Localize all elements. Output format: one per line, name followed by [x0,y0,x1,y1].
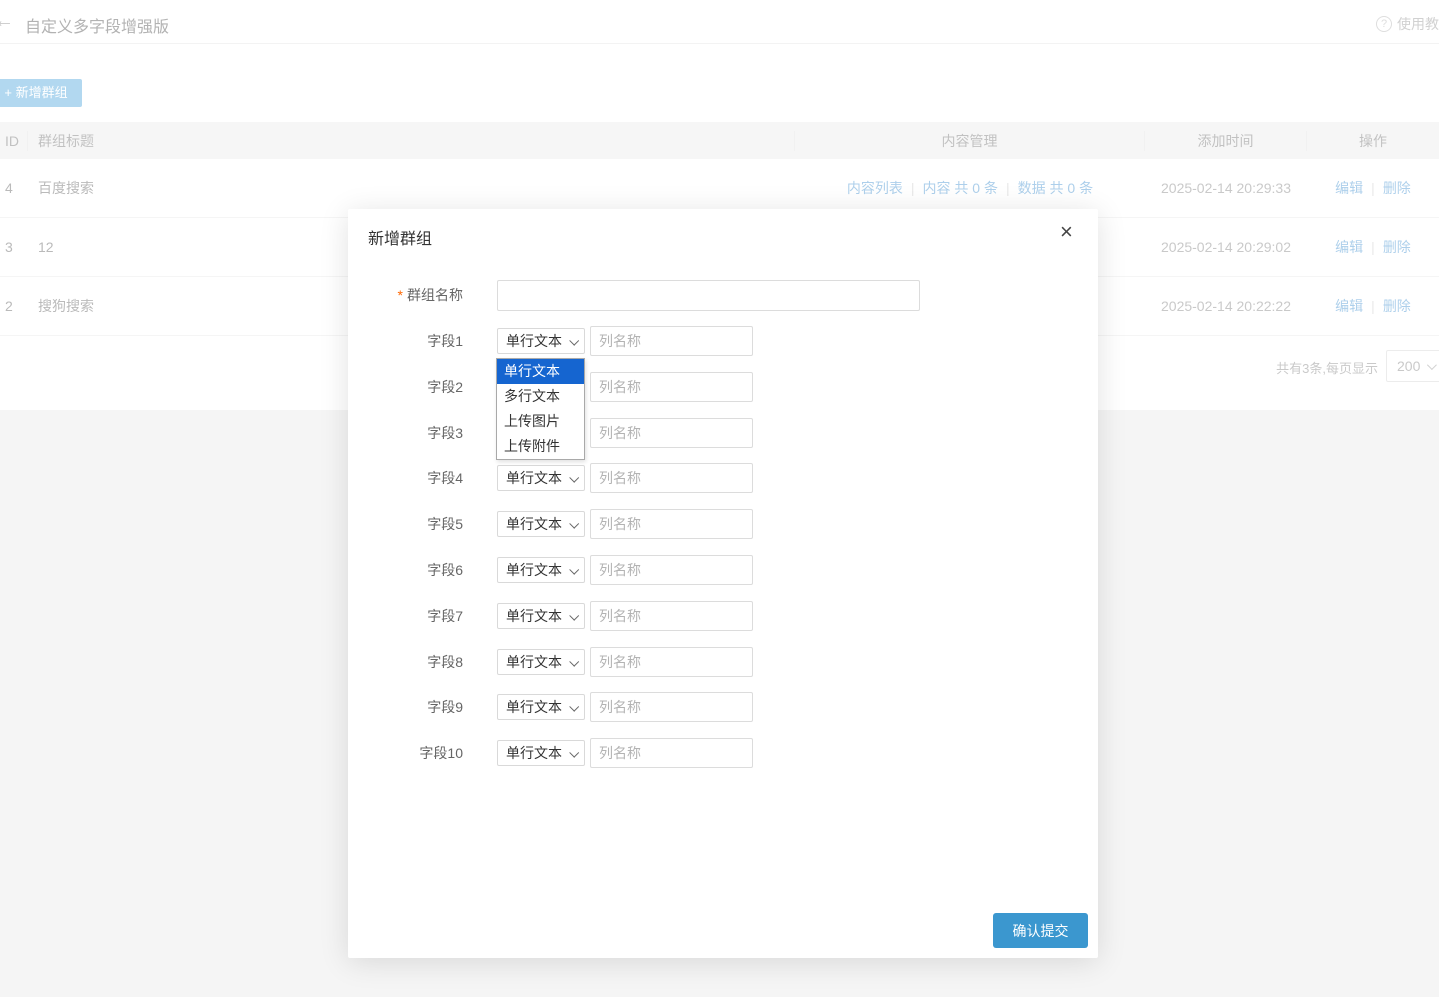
column-name-input[interactable] [590,463,753,493]
field-label: 字段10 [348,738,463,768]
field-row: 字段7 单行文本 [348,601,1098,633]
chevron-down-icon [569,747,579,757]
field-type-value: 单行文本 [506,652,562,672]
field-row: 字段1 单行文本 [348,326,1098,358]
field-label: 字段1 [348,326,463,356]
dropdown-option[interactable]: 上传图片 [497,409,584,434]
required-mark: * [398,287,403,303]
field-type-value: 单行文本 [506,697,562,717]
column-name-input[interactable] [590,692,753,722]
field-type-value: 单行文本 [506,560,562,580]
group-name-label: *群组名称 [348,280,463,310]
column-name-input[interactable] [590,647,753,677]
column-name-input[interactable] [590,418,753,448]
field-row: 字段2单行文本 [348,372,1098,404]
field-row: 字段9 单行文本 [348,692,1098,724]
chevron-down-icon [569,656,579,666]
column-name-input[interactable] [590,372,753,402]
field-row: 字段3单行文本 [348,418,1098,450]
field-type-select[interactable]: 单行文本 [497,511,585,537]
field-label: 字段9 [348,692,463,722]
column-name-input[interactable] [590,555,753,585]
column-name-input[interactable] [590,326,753,356]
modal-title: 新增群组 [368,225,432,249]
field-type-dropdown: 单行文本多行文本上传图片上传附件 [496,358,585,460]
field-label: 字段6 [348,555,463,585]
chevron-down-icon [569,335,579,345]
group-name-row: *群组名称 [348,280,1098,312]
submit-button[interactable]: 确认提交 [993,913,1088,948]
field-label: 字段3 [348,418,463,448]
field-label: 字段4 [348,463,463,493]
field-type-value: 单行文本 [506,743,562,763]
chevron-down-icon [569,518,579,528]
field-row: 字段5 单行文本 [348,509,1098,541]
field-label: 字段8 [348,647,463,677]
field-type-value: 单行文本 [506,331,562,351]
field-type-select[interactable]: 单行文本 [497,465,585,491]
group-name-input[interactable] [497,280,920,311]
field-label: 字段2 [348,372,463,402]
field-row: 字段8 单行文本 [348,647,1098,679]
field-type-value: 单行文本 [506,514,562,534]
field-row: 字段10 单行文本 [348,738,1098,770]
dropdown-option[interactable]: 单行文本 [497,359,584,384]
column-name-input[interactable] [590,601,753,631]
field-type-select[interactable]: 单行文本 [497,740,585,766]
column-name-input[interactable] [590,738,753,768]
field-row: 字段4 单行文本 [348,463,1098,495]
field-row: 字段6 单行文本 [348,555,1098,587]
field-type-select[interactable]: 单行文本 [497,557,585,583]
dropdown-option[interactable]: 上传附件 [497,434,584,459]
dropdown-option[interactable]: 多行文本 [497,384,584,409]
add-group-modal: 新增群组 × *群组名称 字段1单行文本字段2单行文本字段3单行文本字段4单行文… [348,209,1098,958]
column-name-input[interactable] [590,509,753,539]
field-label: 字段5 [348,509,463,539]
field-type-select[interactable]: 单行文本 [497,649,585,675]
field-type-select[interactable]: 单行文本 [497,694,585,720]
field-label: 字段7 [348,601,463,631]
chevron-down-icon [569,472,579,482]
field-type-value: 单行文本 [506,606,562,626]
close-icon[interactable]: × [1056,217,1077,247]
chevron-down-icon [569,564,579,574]
chevron-down-icon [569,610,579,620]
field-type-select[interactable]: 单行文本 [497,328,585,354]
chevron-down-icon [569,701,579,711]
field-type-value: 单行文本 [506,468,562,488]
field-type-select[interactable]: 单行文本 [497,603,585,629]
